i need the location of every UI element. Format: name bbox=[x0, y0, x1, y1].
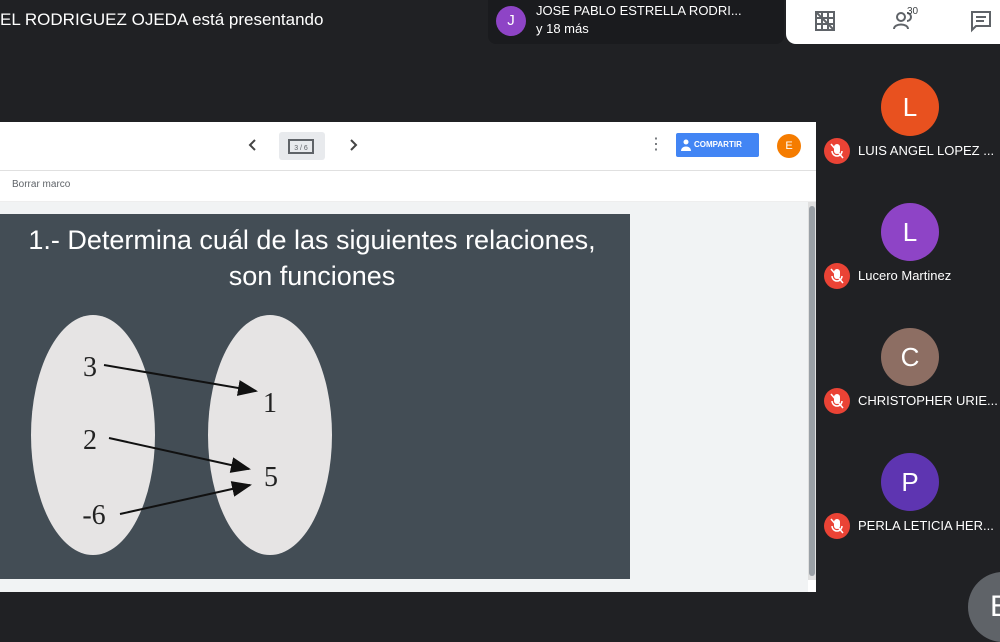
participant-tile[interactable]: C CHRISTOPHER URIE... bbox=[816, 328, 1000, 448]
codomain-element: 5 bbox=[264, 462, 278, 493]
slides-subbar: Borrar marco bbox=[0, 171, 816, 202]
more-options-icon[interactable]: ⋮ bbox=[648, 134, 664, 154]
participant-name: PERLA LETICIA HER... bbox=[858, 518, 994, 533]
avatar: P bbox=[881, 453, 939, 511]
meeting-top-bar: EL RODRIGUEZ OJEDA está presentando J JO… bbox=[0, 0, 1000, 44]
scrollbar-thumb[interactable] bbox=[809, 206, 815, 576]
share-label: COMPARTIR bbox=[694, 140, 742, 149]
participants-chip[interactable]: J JOSE PABLO ESTRELLA RODRI... y 18 más bbox=[488, 0, 784, 44]
participant-tile[interactable]: L Lucero Martinez bbox=[816, 203, 1000, 323]
person-icon bbox=[681, 139, 691, 151]
participant-tile[interactable]: P PERLA LETICIA HER... bbox=[816, 453, 1000, 573]
more-participants-text: y 18 más bbox=[536, 21, 589, 36]
domain-element: 2 bbox=[83, 425, 97, 456]
relation-diagram: 3 2 -6 1 5 bbox=[31, 315, 332, 555]
mic-off-icon bbox=[824, 513, 850, 539]
layout-grid-icon[interactable] bbox=[812, 8, 838, 34]
participant-name: Lucero Martinez bbox=[858, 268, 952, 283]
next-slide-icon[interactable] bbox=[342, 134, 364, 156]
previous-slide-icon[interactable] bbox=[242, 134, 264, 156]
domain-element: 3 bbox=[83, 352, 97, 383]
meeting-toolbar: 30 bbox=[786, 0, 1000, 44]
presented-screen: 3 / 6 ⋮ COMPARTIR E Borrar marco 1.- Det… bbox=[0, 122, 816, 592]
share-button[interactable]: COMPARTIR bbox=[676, 133, 759, 157]
mic-off-icon bbox=[824, 388, 850, 414]
mic-off-icon bbox=[824, 263, 850, 289]
participant-name: CHRISTOPHER URIE... bbox=[858, 393, 998, 408]
codomain-element: 1 bbox=[263, 388, 277, 419]
codomain-set bbox=[208, 315, 332, 555]
account-avatar[interactable]: E bbox=[777, 134, 801, 158]
bottom-strip bbox=[0, 592, 816, 625]
chat-icon[interactable] bbox=[968, 8, 994, 34]
slide-thumbnail[interactable]: 3 / 6 bbox=[279, 132, 325, 160]
participant-tile[interactable]: L LUIS ANGEL LOPEZ ... bbox=[816, 78, 1000, 198]
slides-toolbar: 3 / 6 ⋮ COMPARTIR E bbox=[0, 122, 816, 171]
avatar: L bbox=[881, 78, 939, 136]
clear-frame-link[interactable]: Borrar marco bbox=[12, 179, 70, 190]
slide-counter: 3 / 6 bbox=[288, 139, 314, 154]
avatar: J bbox=[496, 6, 526, 36]
presenting-banner: EL RODRIGUEZ OJEDA está presentando bbox=[0, 10, 324, 29]
people-count-badge: 30 bbox=[907, 6, 919, 17]
self-avatar[interactable]: E bbox=[968, 572, 1000, 642]
participants-panel: L LUIS ANGEL LOPEZ ... L Lucero Martinez… bbox=[816, 44, 1000, 544]
vertical-scrollbar[interactable] bbox=[808, 202, 816, 580]
participant-name: JOSE PABLO ESTRELLA RODRI... bbox=[536, 3, 742, 18]
avatar: L bbox=[881, 203, 939, 261]
domain-element: -6 bbox=[82, 500, 105, 531]
slide: 1.- Determina cuál de las siguientes rel… bbox=[0, 214, 630, 579]
participant-name: LUIS ANGEL LOPEZ ... bbox=[858, 143, 995, 158]
avatar: C bbox=[881, 328, 939, 386]
mic-off-icon bbox=[824, 138, 850, 164]
